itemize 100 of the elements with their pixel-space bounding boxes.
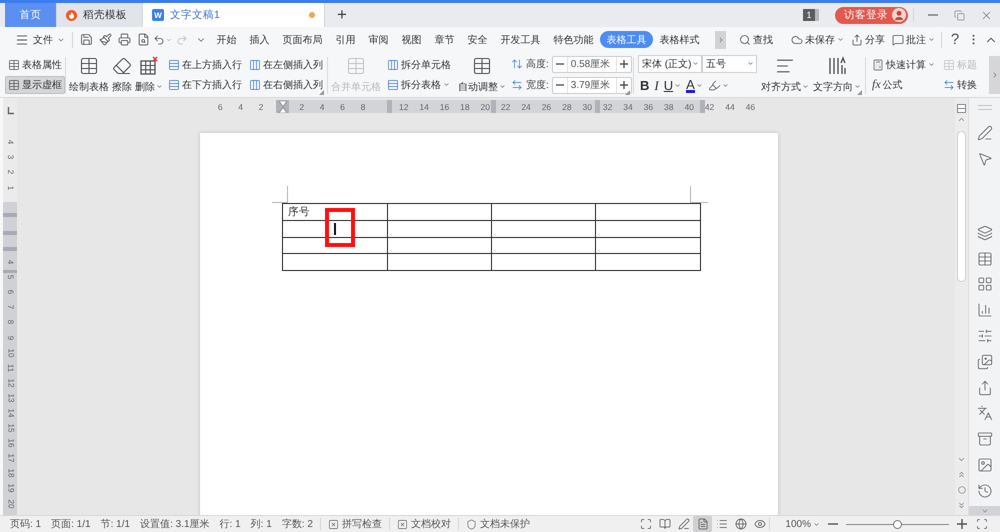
images-icon[interactable] xyxy=(976,354,992,370)
corner-arrow-icon[interactable] xyxy=(625,90,630,95)
table-cell[interactable] xyxy=(596,238,701,254)
autofit-button[interactable]: 自动调整 xyxy=(457,54,507,96)
ribbon-tab[interactable]: 开始 xyxy=(210,31,243,48)
window-count[interactable]: 1 xyxy=(803,9,819,21)
insert-button[interactable]: 在下方插入行 xyxy=(165,76,245,94)
help-button[interactable]: ? xyxy=(946,30,964,50)
table-cell[interactable] xyxy=(596,254,701,271)
ruler-marker[interactable] xyxy=(700,100,705,113)
ruler-marker[interactable] xyxy=(491,100,496,113)
hourglass-icon[interactable] xyxy=(278,100,286,112)
table-cell[interactable] xyxy=(388,220,492,238)
share-icon[interactable] xyxy=(976,380,992,396)
table-cell[interactable] xyxy=(492,220,596,238)
table-cell[interactable]: 序号 xyxy=(283,204,388,221)
table-cell[interactable] xyxy=(492,238,596,254)
italic-button[interactable]: I xyxy=(652,76,661,94)
ribbon-tab[interactable]: 开发工具 xyxy=(494,31,547,48)
table-cell[interactable] xyxy=(492,254,596,271)
ribbon-large-button[interactable]: 对齐方式 xyxy=(760,54,810,96)
ruler-marker[interactable] xyxy=(595,100,600,113)
bar-chart-icon[interactable] xyxy=(976,302,992,318)
login-button[interactable]: 访客登录 xyxy=(835,6,908,24)
new-tab-button[interactable]: + xyxy=(325,3,359,27)
insert-button[interactable]: 在左侧插入列 xyxy=(246,56,326,74)
scroll-up-icon[interactable] xyxy=(957,115,966,124)
history-icon[interactable] xyxy=(976,482,992,499)
fit-window-button[interactable] xyxy=(974,516,990,532)
table-option-button[interactable]: 显示虚框 xyxy=(5,76,65,94)
ribbon-tab[interactable]: 表格样式 xyxy=(653,31,706,48)
split-button[interactable]: 拆分单元格 xyxy=(384,56,454,74)
number-field[interactable]: 3.79厘米 xyxy=(566,78,617,92)
scrollbar-thumb[interactable] xyxy=(957,131,966,282)
ruler-marker[interactable] xyxy=(387,100,392,113)
table-cell[interactable] xyxy=(283,220,388,238)
corner-arrow-icon[interactable] xyxy=(857,90,862,95)
spell-check-button[interactable]: 拼写检查 xyxy=(322,516,387,532)
toolbar-action-button[interactable]: 批注 xyxy=(890,30,937,50)
ribbon-tab[interactable]: 章节 xyxy=(428,31,461,48)
insert-button[interactable]: 在上方插入行 xyxy=(165,56,245,74)
archive-icon[interactable] xyxy=(976,431,992,448)
ribbon-large-button[interactable]: 绘制表格 xyxy=(68,54,110,96)
layers-icon[interactable] xyxy=(976,224,992,241)
pen-icon[interactable] xyxy=(976,125,992,141)
split-button[interactable]: 拆分表格 xyxy=(384,76,454,94)
table-cell[interactable] xyxy=(388,254,492,271)
split-handle-icon[interactable] xyxy=(957,104,966,113)
font-select[interactable]: 宋体 (正文) xyxy=(638,54,702,72)
insert-button[interactable]: 在右侧插入列 xyxy=(246,76,326,94)
grip-icon[interactable] xyxy=(978,105,992,110)
proofread-button[interactable]: 文档校对 xyxy=(392,516,456,532)
zoom-in-button[interactable] xyxy=(954,516,970,532)
ribbon-large-button[interactable]: 擦除 xyxy=(111,54,133,96)
ruler-marker[interactable] xyxy=(276,100,289,113)
scroll-down-icon[interactable] xyxy=(957,455,966,464)
circle-icon[interactable] xyxy=(958,486,966,494)
convert-button[interactable]: 转换 xyxy=(940,76,980,94)
grid-icon[interactable] xyxy=(976,276,992,292)
slider-thumb[interactable] xyxy=(893,520,902,528)
search-button[interactable]: 查找 xyxy=(737,30,775,50)
table-cell[interactable] xyxy=(388,238,492,254)
ribbon-tab[interactable]: 视图 xyxy=(395,31,428,48)
translate-icon[interactable] xyxy=(976,405,992,422)
corner-arrow-icon[interactable] xyxy=(319,90,324,95)
document-tab[interactable]: W 文字文稿1 xyxy=(143,3,325,27)
number-field[interactable]: 0.58厘米 xyxy=(566,56,617,72)
page-view-button[interactable] xyxy=(693,516,712,532)
pointer-icon[interactable] xyxy=(976,150,992,167)
table-cell[interactable] xyxy=(596,204,701,221)
table-cell[interactable] xyxy=(492,204,596,221)
table-option-button[interactable]: 表格属性 xyxy=(5,56,65,74)
table-cell[interactable] xyxy=(596,220,701,238)
color-button[interactable]: A xyxy=(684,76,705,94)
tab-stop-icon[interactable] xyxy=(6,107,14,115)
double-down-arrow-icon[interactable] xyxy=(957,501,966,510)
table-icon[interactable] xyxy=(976,250,992,267)
ribbon-tab[interactable]: 审阅 xyxy=(362,31,395,48)
template-tab[interactable]: 稻壳模板 xyxy=(57,3,143,27)
bold-button[interactable]: B xyxy=(638,76,652,94)
ribbon-tab[interactable]: 安全 xyxy=(461,31,494,48)
font-size-select[interactable]: 五号 xyxy=(702,54,757,72)
zoom-level-button[interactable]: 100% xyxy=(782,516,823,532)
ribbon-tab[interactable]: 特色功能 xyxy=(547,31,600,48)
ribbon-tab[interactable]: 引用 xyxy=(329,31,362,48)
ribbon-tab[interactable]: 页面布局 xyxy=(276,31,329,48)
table-cell[interactable] xyxy=(283,254,388,271)
table-cell[interactable] xyxy=(388,204,492,221)
formula-button[interactable]: fx 公式 xyxy=(869,76,938,94)
ribbon-tab[interactable]: 插入 xyxy=(243,31,276,48)
table-cell[interactable] xyxy=(283,238,388,254)
image-icon[interactable] xyxy=(976,456,992,473)
underline-button[interactable]: U xyxy=(662,76,684,94)
toolbar-action-button[interactable]: 分享 xyxy=(849,30,887,50)
toolbar-action-button[interactable]: 未保存 xyxy=(789,30,846,50)
quick-calc-button[interactable]: 快速计算 xyxy=(869,56,938,74)
ribbon-large-button[interactable]: 文字方向 xyxy=(812,54,862,96)
sliders-icon[interactable] xyxy=(976,328,992,344)
double-up-arrow-icon[interactable] xyxy=(957,470,966,479)
protection-button[interactable]: 文档未保护 xyxy=(460,516,535,532)
